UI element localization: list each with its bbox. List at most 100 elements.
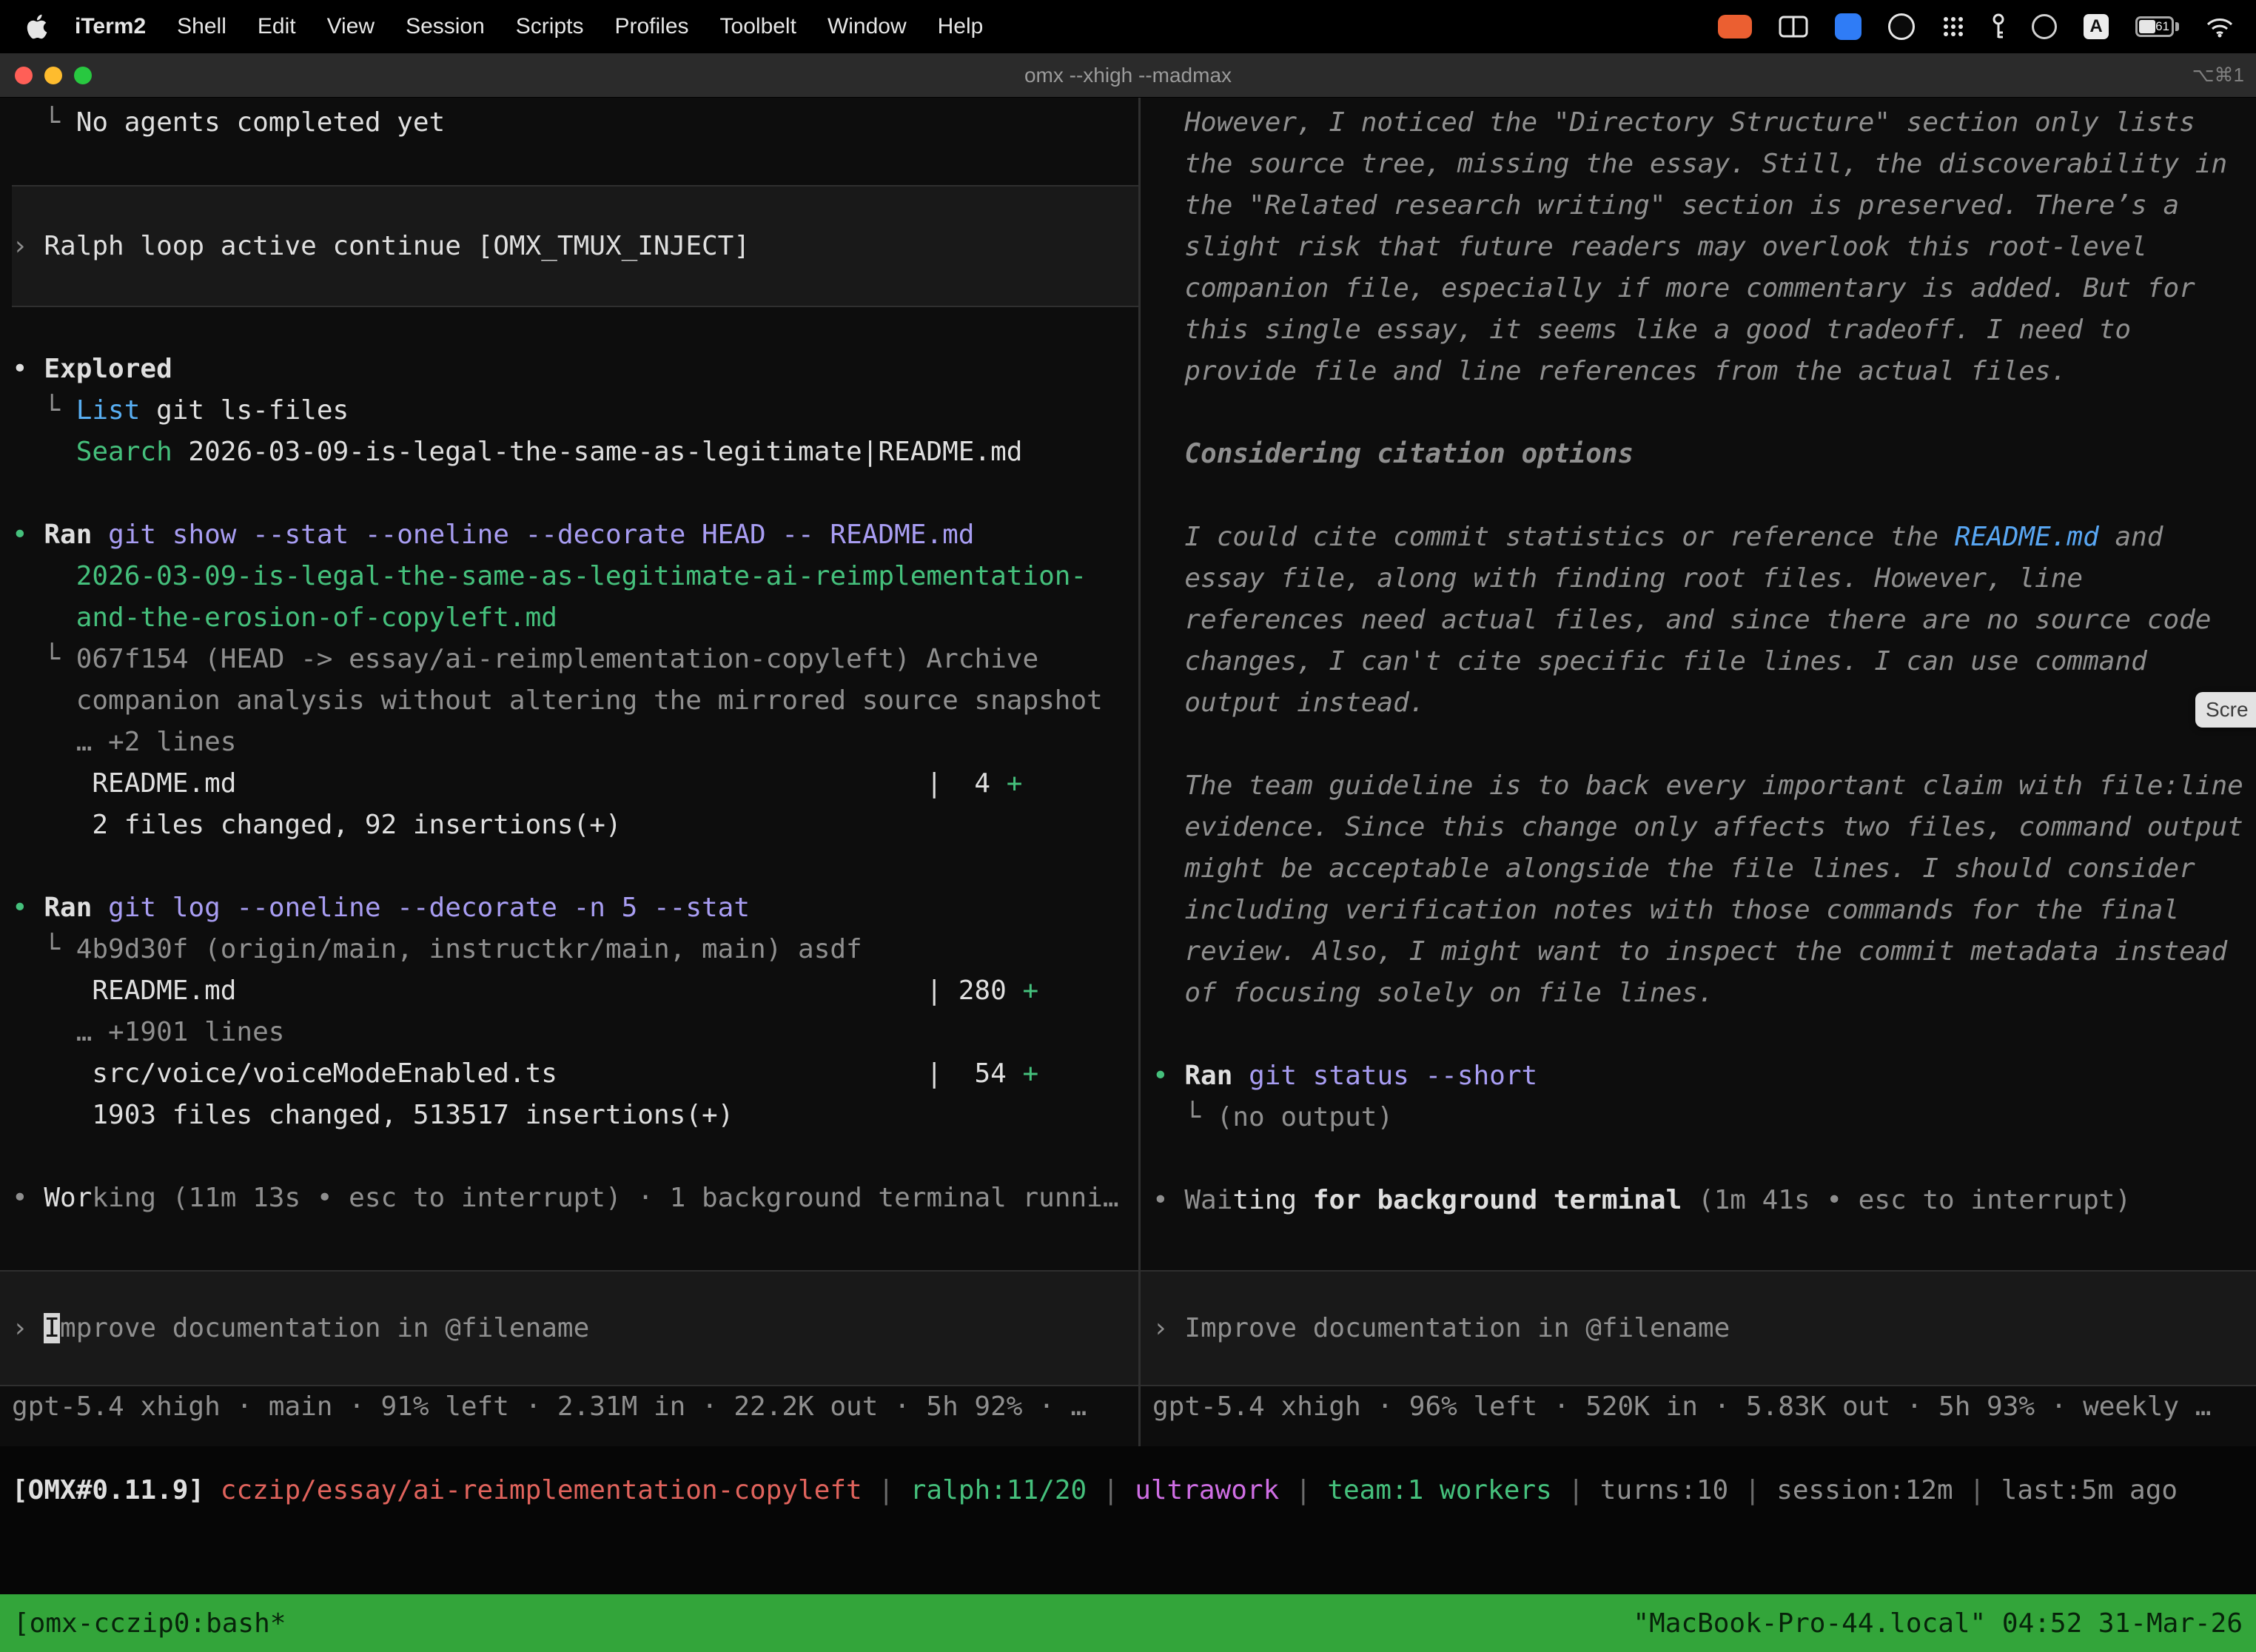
menu-item-iterm2[interactable]: iTerm2	[59, 14, 161, 39]
terminal-line	[1152, 475, 2256, 517]
terminal-line: Considering citation options	[1152, 434, 2256, 475]
terminal-line: Search 2026-03-09-is-legal-the-same-as-l…	[12, 432, 1138, 473]
dots-grid-icon[interactable]	[1941, 15, 1965, 38]
battery-percent: 61	[2155, 19, 2169, 35]
left-terminal-pane[interactable]: └ No agents completed yet › Ralph loop a…	[0, 98, 1138, 1446]
terminal-line: of focusing solely on file lines.	[1152, 973, 2256, 1014]
menu-item-window[interactable]: Window	[812, 14, 922, 39]
zoom-button[interactable]	[74, 67, 92, 84]
terminal-line: README.md | 280 +	[12, 970, 1138, 1012]
terminal-line: the "Related research writing" section i…	[1152, 185, 2256, 226]
menu-bar: iTerm2ShellEditViewSessionScriptsProfile…	[0, 0, 2256, 53]
right-terminal-pane[interactable]: However, I noticed the "Directory Struct…	[1141, 98, 2256, 1446]
window-title-bar[interactable]: omx --xhigh --madmax ⌥⌘1	[0, 53, 2256, 98]
menu-bar-status-icons: A 61	[1718, 13, 2234, 40]
right-pane-output: However, I noticed the "Directory Struct…	[1152, 102, 2256, 1270]
terminal-line: companion file, especially if more comme…	[1152, 268, 2256, 309]
terminal-line: • Ran git log --oneline --decorate -n 5 …	[12, 887, 1138, 929]
terminal-panes: └ No agents completed yet › Ralph loop a…	[0, 98, 2256, 1446]
terminal-line: └ No agents completed yet	[12, 102, 1138, 144]
terminal-line: └ (no output)	[1152, 1097, 2256, 1138]
terminal-line: [OMX#0.11.9] cczip/essay/ai-reimplementa…	[12, 1470, 2256, 1511]
terminal-line: However, I noticed the "Directory Struct…	[1152, 102, 2256, 144]
agents-note: └ No agents completed yet	[12, 102, 1138, 144]
terminal-line: • Waiting for background terminal (1m 41…	[1152, 1180, 2256, 1221]
terminal-line: • Ran git status --short	[1152, 1055, 2256, 1097]
terminal-line	[12, 473, 1138, 514]
tab-shortcut-badge: ⌥⌘1	[2192, 64, 2256, 87]
menu-item-view[interactable]: View	[312, 14, 390, 39]
terminal-line: gpt-5.4 xhigh · 96% left · 520K in · 5.8…	[1152, 1386, 2256, 1428]
wifi-icon[interactable]	[2206, 16, 2234, 38]
input-source-icon[interactable]: A	[2084, 14, 2109, 39]
terminal-line: └ 067f154 (HEAD -> essay/ai-reimplementa…	[12, 639, 1138, 680]
terminal-line	[1152, 392, 2256, 434]
terminal-line	[1152, 724, 2256, 765]
terminal-line: • Explored	[12, 349, 1138, 390]
terminal-line: might be acceptable alongside the file l…	[1152, 848, 2256, 890]
battery-nub	[2175, 22, 2179, 31]
terminal-line: review. Also, I might want to inspect th…	[1152, 931, 2256, 973]
battery-fill	[2139, 20, 2155, 33]
close-button[interactable]	[15, 67, 33, 84]
left-prompt-input[interactable]: › Improve documentation in @filename	[0, 1270, 1138, 1386]
terminal-line: companion analysis without altering the …	[12, 680, 1138, 722]
menu-item-scripts[interactable]: Scripts	[500, 14, 600, 39]
terminal-line: • Ran git show --stat --oneline --decora…	[12, 514, 1138, 556]
right-prompt-input[interactable]: › Improve documentation in @filename	[1141, 1270, 2256, 1386]
terminal-line: output instead.	[1152, 682, 2256, 724]
menu-item-toolbelt[interactable]: Toolbelt	[705, 14, 812, 39]
terminal-line: 2 files changed, 92 insertions(+)	[12, 805, 1138, 846]
minimize-button[interactable]	[44, 67, 62, 84]
apple-logo-icon	[27, 13, 49, 40]
app-menus: iTerm2ShellEditViewSessionScriptsProfile…	[59, 14, 998, 39]
window-controls	[0, 67, 92, 84]
tmux-status-bar: [omx-cczip0:bash* "MacBook-Pro-44.local"…	[0, 1594, 2256, 1652]
terminal-line: › Ralph loop active continue [OMX_TMUX_I…	[12, 226, 1138, 267]
terminal-line: essay file, along with finding root file…	[1152, 558, 2256, 600]
terminal-line: The team guideline is to back every impo…	[1152, 765, 2256, 807]
terminal-line: … +2 lines	[12, 722, 1138, 763]
terminal-line: › Improve documentation in @filename	[1152, 1308, 2256, 1349]
terminal-line	[12, 1136, 1138, 1178]
terminal-line: └ 4b9d30f (origin/main, instructkr/main,…	[12, 929, 1138, 970]
menu-item-shell[interactable]: Shell	[161, 14, 242, 39]
terminal-line	[1152, 1138, 2256, 1180]
window-tiling-icon[interactable]	[1779, 16, 1808, 38]
terminal-line: gpt-5.4 xhigh · main · 91% left · 2.31M …	[12, 1386, 1138, 1428]
menu-item-help[interactable]: Help	[922, 14, 999, 39]
circle-app-icon[interactable]	[2032, 14, 2057, 39]
right-session-status-line: gpt-5.4 xhigh · 96% left · 520K in · 5.8…	[1152, 1386, 2256, 1428]
terminal-line: README.md | 4 +	[12, 763, 1138, 805]
terminal-line: this single essay, it seems like a good …	[1152, 309, 2256, 351]
terminal-line: evidence. Since this change only affects…	[1152, 807, 2256, 848]
terminal-line: 2026-03-09-is-legal-the-same-as-legitima…	[12, 556, 1138, 597]
terminal-line: I could cite commit statistics or refere…	[1152, 517, 2256, 558]
left-pane-output: └ No agents completed yet › Ralph loop a…	[12, 102, 1138, 1270]
omx-status-bar: [OMX#0.11.9] cczip/essay/ai-reimplementa…	[0, 1446, 2256, 1594]
dark-app-icon[interactable]	[1888, 13, 1915, 40]
screen-sharing-edge-tab-label: Scre	[2206, 698, 2249, 722]
terminal-line: • Working (11m 13s • esc to interrupt) ·…	[12, 1178, 1138, 1219]
blue-app-icon[interactable]	[1835, 13, 1861, 40]
menu-item-profiles[interactable]: Profiles	[599, 14, 704, 39]
right-transcript: However, I noticed the "Directory Struct…	[1152, 102, 2256, 1221]
ralph-loop-inject-box: › Ralph loop active continue [OMX_TMUX_I…	[12, 185, 1138, 307]
menu-item-session[interactable]: Session	[390, 14, 500, 39]
terminal-line: the source tree, missing the essay. Stil…	[1152, 144, 2256, 185]
key-icon[interactable]	[1992, 13, 2005, 40]
screen-sharing-edge-tab[interactable]: Scre	[2195, 692, 2256, 728]
apple-menu[interactable]	[27, 13, 49, 40]
terminal-line: src/voice/voiceModeEnabled.ts | 54 +	[12, 1053, 1138, 1095]
terminal-line: references need actual files, and since …	[1152, 600, 2256, 641]
window-title: omx --xhigh --madmax	[0, 64, 2256, 87]
tmux-hostname-clock: "MacBook-Pro-44.local" 04:52 31-Mar-26	[1633, 1608, 2243, 1639]
menu-item-edit[interactable]: Edit	[242, 14, 312, 39]
battery-icon[interactable]: 61	[2135, 16, 2179, 37]
terminal-line: └ List git ls-files	[12, 390, 1138, 432]
left-transcript: • Explored └ List git ls-files Search 20…	[12, 349, 1138, 1219]
terminal-line: 1903 files changed, 513517 insertions(+)	[12, 1095, 1138, 1136]
terminal-line: changes, I can't cite specific file line…	[1152, 641, 2256, 682]
recording-indicator-icon[interactable]	[1718, 15, 1752, 38]
terminal-line: › Improve documentation in @filename	[12, 1308, 1138, 1349]
